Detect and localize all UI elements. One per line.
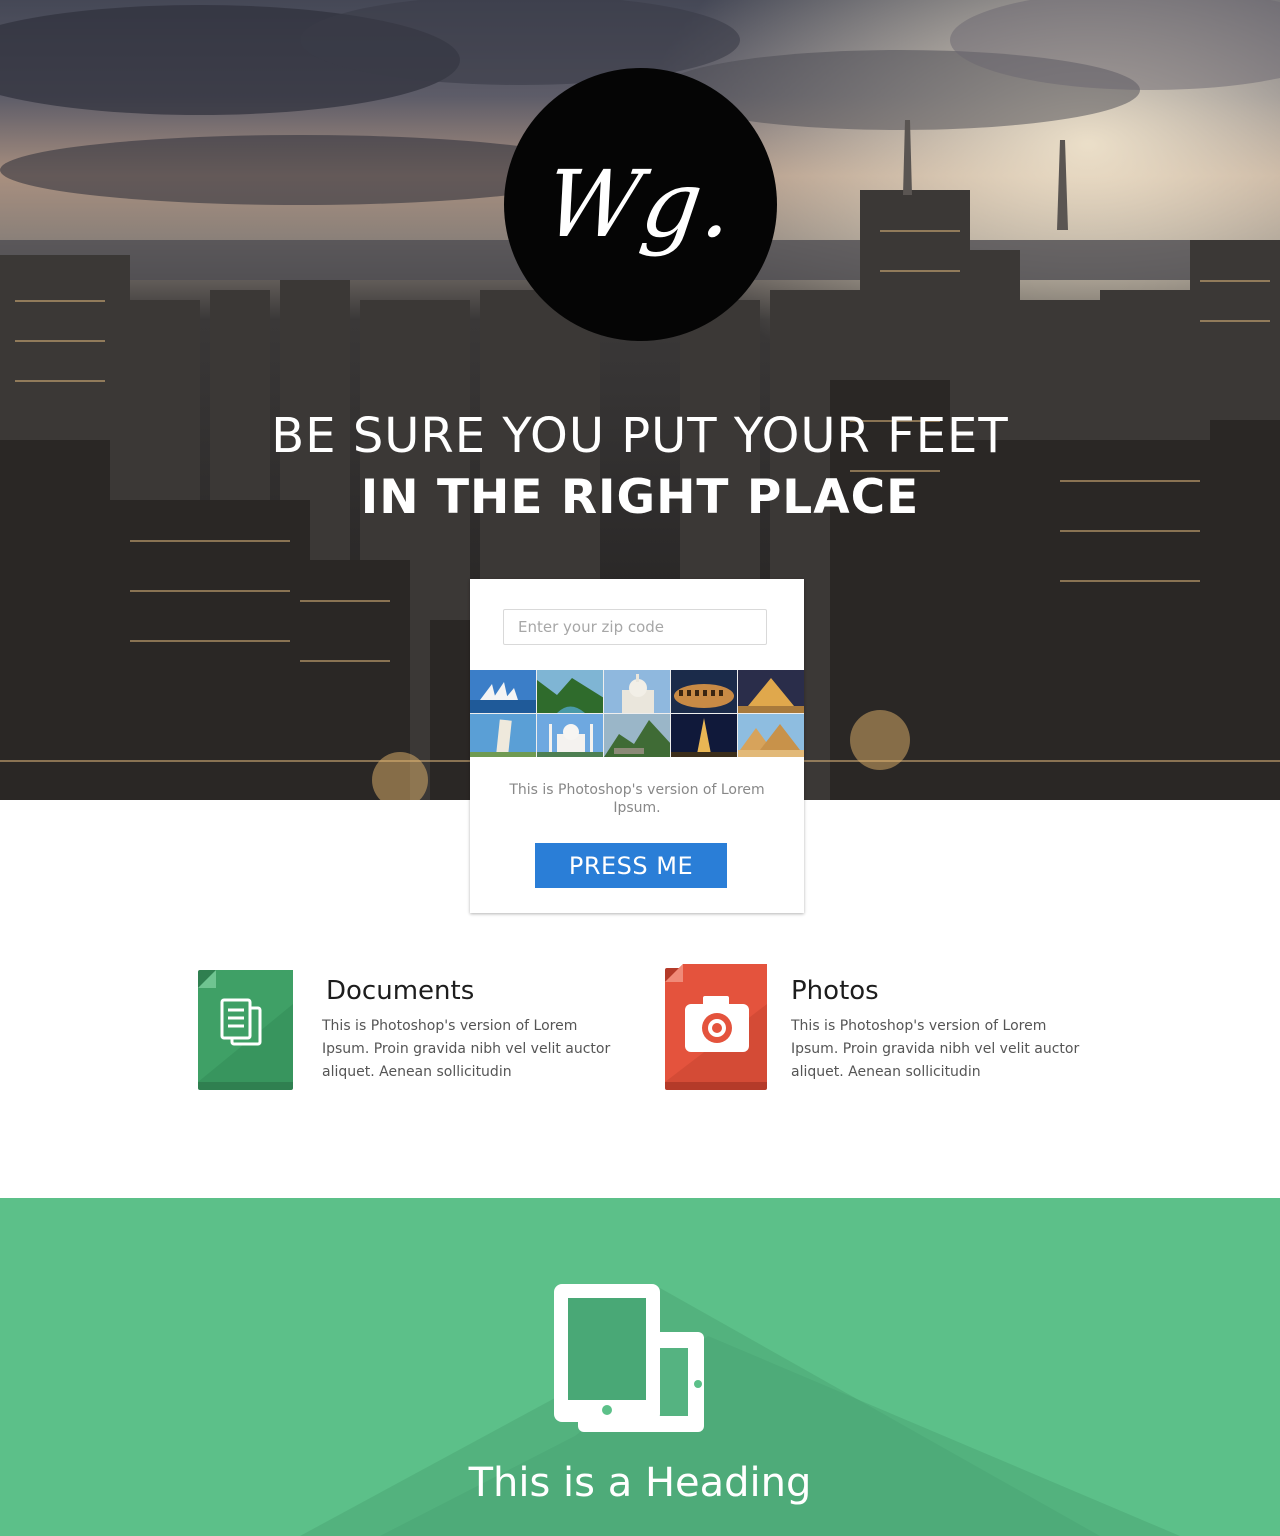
zip-code-card: This is Photoshop's version of Lorem Ips… bbox=[470, 579, 804, 913]
photo-colosseum bbox=[671, 670, 737, 713]
logo-badge[interactable]: Wg. bbox=[504, 68, 777, 341]
hero-headline-line1: BE SURE YOU PUT YOUR FEET bbox=[271, 408, 1009, 464]
photo-sydney-opera-house bbox=[470, 670, 536, 713]
photo-taj-mahal bbox=[537, 714, 603, 757]
green-section-heading: This is a Heading bbox=[468, 1460, 812, 1506]
documents-title: Documents bbox=[326, 976, 475, 1006]
landmarks-photo-grid bbox=[470, 670, 804, 757]
feature-photos: Photos This is Photoshop's version of Lo… bbox=[665, 964, 1085, 1094]
photo-sacre-coeur bbox=[604, 670, 670, 713]
photo-leaning-tower-pisa bbox=[470, 714, 536, 757]
documents-icon[interactable] bbox=[198, 964, 294, 1092]
card-description: This is Photoshop's version of Lorem Ips… bbox=[509, 782, 765, 816]
documents-text: This is Photoshop's version of Lorem Ips… bbox=[322, 1018, 611, 1080]
hero-headline-line2: IN THE RIGHT PLACE bbox=[360, 470, 920, 525]
photo-river-valley bbox=[537, 670, 603, 713]
feature-documents: Documents This is Photoshop's version of… bbox=[198, 964, 610, 1094]
photo-louvre-pyramid bbox=[738, 670, 804, 713]
photo-giza-pyramids bbox=[738, 714, 804, 757]
green-section: This is a Heading bbox=[0, 1198, 1280, 1536]
photos-text: This is Photoshop's version of Lorem Ips… bbox=[791, 1018, 1080, 1080]
camera-icon[interactable] bbox=[665, 964, 767, 1092]
photo-eiffel-tower-night bbox=[671, 714, 737, 757]
logo-text: Wg. bbox=[538, 151, 743, 258]
photos-title: Photos bbox=[791, 976, 879, 1006]
photo-machu-picchu bbox=[604, 714, 670, 757]
press-me-button[interactable]: PRESS ME bbox=[535, 843, 727, 888]
zip-code-input[interactable] bbox=[503, 609, 767, 645]
